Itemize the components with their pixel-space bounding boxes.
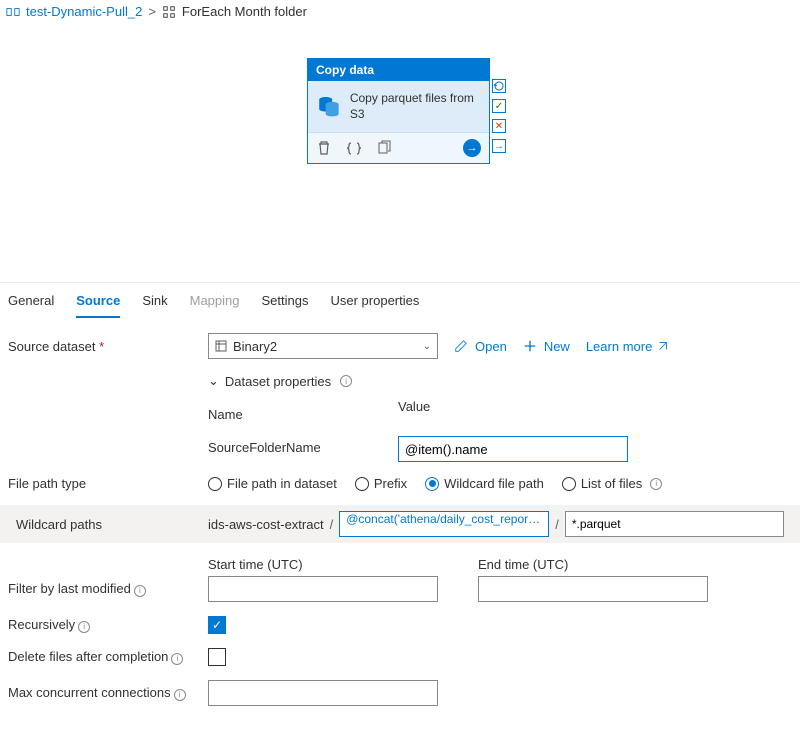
dataset-icon	[215, 340, 227, 352]
info-icon[interactable]: i	[650, 478, 662, 490]
file-path-type-label: File path type	[8, 476, 208, 491]
breadcrumb-current: ForEach Month folder	[182, 4, 307, 19]
tab-general[interactable]: General	[8, 293, 54, 318]
open-dataset-button[interactable]: Open	[454, 339, 507, 354]
props-name-value: SourceFolderName	[208, 440, 338, 455]
breadcrumb-separator: >	[148, 4, 156, 19]
clone-activity-button[interactable]	[376, 140, 392, 156]
activity-type-label: Copy data	[308, 59, 489, 81]
wildcard-container: ids-aws-cost-extract	[208, 517, 324, 532]
props-value-header: Value	[398, 399, 628, 414]
info-icon[interactable]: i	[171, 653, 183, 665]
start-time-input[interactable]	[208, 576, 438, 602]
foreach-icon	[162, 5, 176, 19]
copy-data-icon	[316, 93, 342, 121]
activity-body: Copy parquet files from S3	[308, 81, 489, 132]
pipeline-icon	[6, 5, 20, 19]
wildcard-paths-label: Wildcard paths	[8, 517, 208, 532]
activity-tabs: General Source Sink Mapping Settings Use…	[0, 283, 800, 319]
pencil-icon	[454, 339, 468, 353]
radio-list-of-files[interactable]: List of filesi	[562, 476, 662, 491]
completion-handle[interactable]: →	[492, 139, 506, 153]
success-handle[interactable]: ✓	[492, 99, 506, 113]
info-icon[interactable]: i	[78, 621, 90, 633]
radio-wildcard-file-path[interactable]: Wildcard file path	[425, 476, 544, 491]
activity-outcome-handles: ✓ ✕ →	[492, 79, 506, 153]
source-form: Source dataset * Binary2 ⌄ Open New Lear…	[0, 319, 800, 740]
learn-more-link[interactable]: Learn more	[586, 339, 673, 354]
failure-handle[interactable]: ✕	[492, 119, 506, 133]
plus-icon	[523, 339, 537, 353]
tab-settings[interactable]: Settings	[262, 293, 309, 318]
activity-footer: →	[308, 132, 489, 163]
delete-activity-button[interactable]	[316, 140, 332, 156]
pipeline-canvas[interactable]: Copy data Copy parquet files from S3 → ✓…	[0, 23, 800, 283]
delete-after-checkbox[interactable]	[208, 648, 226, 666]
new-dataset-button[interactable]: New	[523, 339, 570, 354]
props-value-input[interactable]	[398, 436, 628, 462]
info-icon[interactable]: i	[174, 689, 186, 701]
start-time-label: Start time (UTC)	[208, 557, 438, 572]
source-dataset-select[interactable]: Binary2 ⌄	[208, 333, 438, 359]
info-icon[interactable]: i	[340, 375, 352, 387]
chevron-down-icon: ⌄	[208, 373, 219, 389]
wildcard-paths-row: Wildcard paths ids-aws-cost-extract / @c…	[0, 505, 800, 543]
breadcrumb-parent[interactable]: test-Dynamic-Pull_2	[26, 4, 142, 19]
filter-by-last-modified-label: Filter by last modifiedi	[8, 581, 208, 597]
recursively-checkbox[interactable]: ✓	[208, 616, 226, 634]
tab-sink[interactable]: Sink	[142, 293, 167, 318]
wildcard-file-input[interactable]	[565, 511, 784, 537]
source-dataset-label: Source dataset *	[8, 339, 208, 354]
wildcard-folder-input[interactable]: @concat('athena/daily_cost_report/dai...	[339, 511, 549, 537]
tab-user-properties[interactable]: User properties	[330, 293, 419, 318]
max-concurrent-label: Max concurrent connectionsi	[8, 685, 208, 701]
copy-data-activity[interactable]: Copy data Copy parquet files from S3 →	[307, 58, 490, 164]
tab-mapping[interactable]: Mapping	[190, 293, 240, 318]
radio-prefix[interactable]: Prefix	[355, 476, 407, 491]
code-activity-button[interactable]	[346, 140, 362, 156]
dataset-properties-toggle[interactable]: ⌄ Dataset properties i	[208, 373, 792, 389]
activity-name: Copy parquet files from S3	[350, 91, 481, 122]
skip-handle[interactable]	[492, 79, 506, 93]
dataset-properties-section: ⌄ Dataset properties i Name SourceFolder…	[208, 373, 792, 462]
delete-after-label: Delete files after completioni	[8, 649, 208, 665]
props-name-header: Name	[208, 407, 338, 422]
info-icon[interactable]: i	[134, 585, 146, 597]
source-dataset-value: Binary2	[233, 339, 277, 354]
end-time-input[interactable]	[478, 576, 708, 602]
external-link-icon	[656, 339, 670, 353]
tab-source[interactable]: Source	[76, 293, 120, 318]
breadcrumb: test-Dynamic-Pull_2 > ForEach Month fold…	[0, 0, 800, 23]
max-concurrent-input[interactable]	[208, 680, 438, 706]
recursively-label: Recursivelyi	[8, 617, 208, 633]
radio-file-path-in-dataset[interactable]: File path in dataset	[208, 476, 337, 491]
end-time-label: End time (UTC)	[478, 557, 708, 572]
chevron-down-icon: ⌄	[423, 341, 431, 352]
activity-output-handle[interactable]: →	[463, 139, 481, 157]
